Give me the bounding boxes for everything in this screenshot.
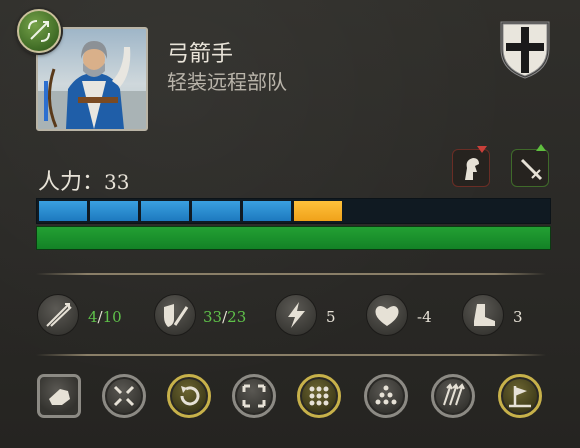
manpower-readout: 人力：33 [38,164,129,196]
heart-icon [366,294,408,336]
manpower-value: 33 [104,170,130,194]
fire-at-will-button[interactable] [431,374,475,418]
unit-type-badge [17,9,61,53]
faction-shield-icon [500,21,550,79]
grid-dots-icon [309,386,329,406]
tighten-formation-button[interactable] [102,374,146,418]
triangle-dots-icon [375,385,397,405]
boot-icon [462,294,504,336]
expand-arrows-icon [242,384,266,408]
square-formation-button[interactable] [297,374,341,418]
manpower-segment [243,201,291,221]
lightning-icon [275,294,317,336]
charge-stat: 5 [326,308,336,326]
unit-name: 弓箭手 [167,42,234,67]
manpower-segment [39,201,87,221]
flag-icon [509,386,531,408]
bow-icon [28,20,50,42]
horse-head-icon [465,158,479,180]
manpower-segment [294,201,342,221]
up-arrow-icon [536,144,546,151]
compress-arrows-icon [113,385,135,407]
shield-sword-icon [154,294,196,336]
hold-position-button[interactable] [498,374,542,418]
unit-card: 弓箭手 轻装远程部队 人力：33 4/10 33/23 5 -4 3 [0,0,580,448]
manpower-segment [192,201,240,221]
manpower-label: 人力： [38,170,105,195]
ammo-stat: 4/10 [88,308,122,326]
rotate-button[interactable] [167,374,211,418]
loose-formation-button[interactable] [232,374,276,418]
down-arrow-icon [477,146,487,153]
melee-stat: 33/23 [203,308,247,326]
sword-icon [520,158,543,181]
hand-icon [49,389,70,405]
speed-stat: 3 [513,308,523,326]
manpower-segment [90,201,138,221]
divider [36,273,546,275]
health-bar [36,226,551,250]
morale-stat: -4 [417,308,432,326]
manpower-segment [141,201,189,221]
arrows-icon [37,294,79,336]
manpower-segment-bar [36,198,551,224]
charge-cmd-button[interactable] [37,374,81,418]
unit-class: 轻装远程部队 [167,70,287,94]
wedge-formation-button[interactable] [364,374,408,418]
rotate-icon [180,386,200,406]
infantry-strength-indicator[interactable] [511,144,549,187]
volley-arrows-icon [443,383,465,406]
cavalry-weakness-indicator[interactable] [452,146,490,187]
divider [36,354,546,356]
